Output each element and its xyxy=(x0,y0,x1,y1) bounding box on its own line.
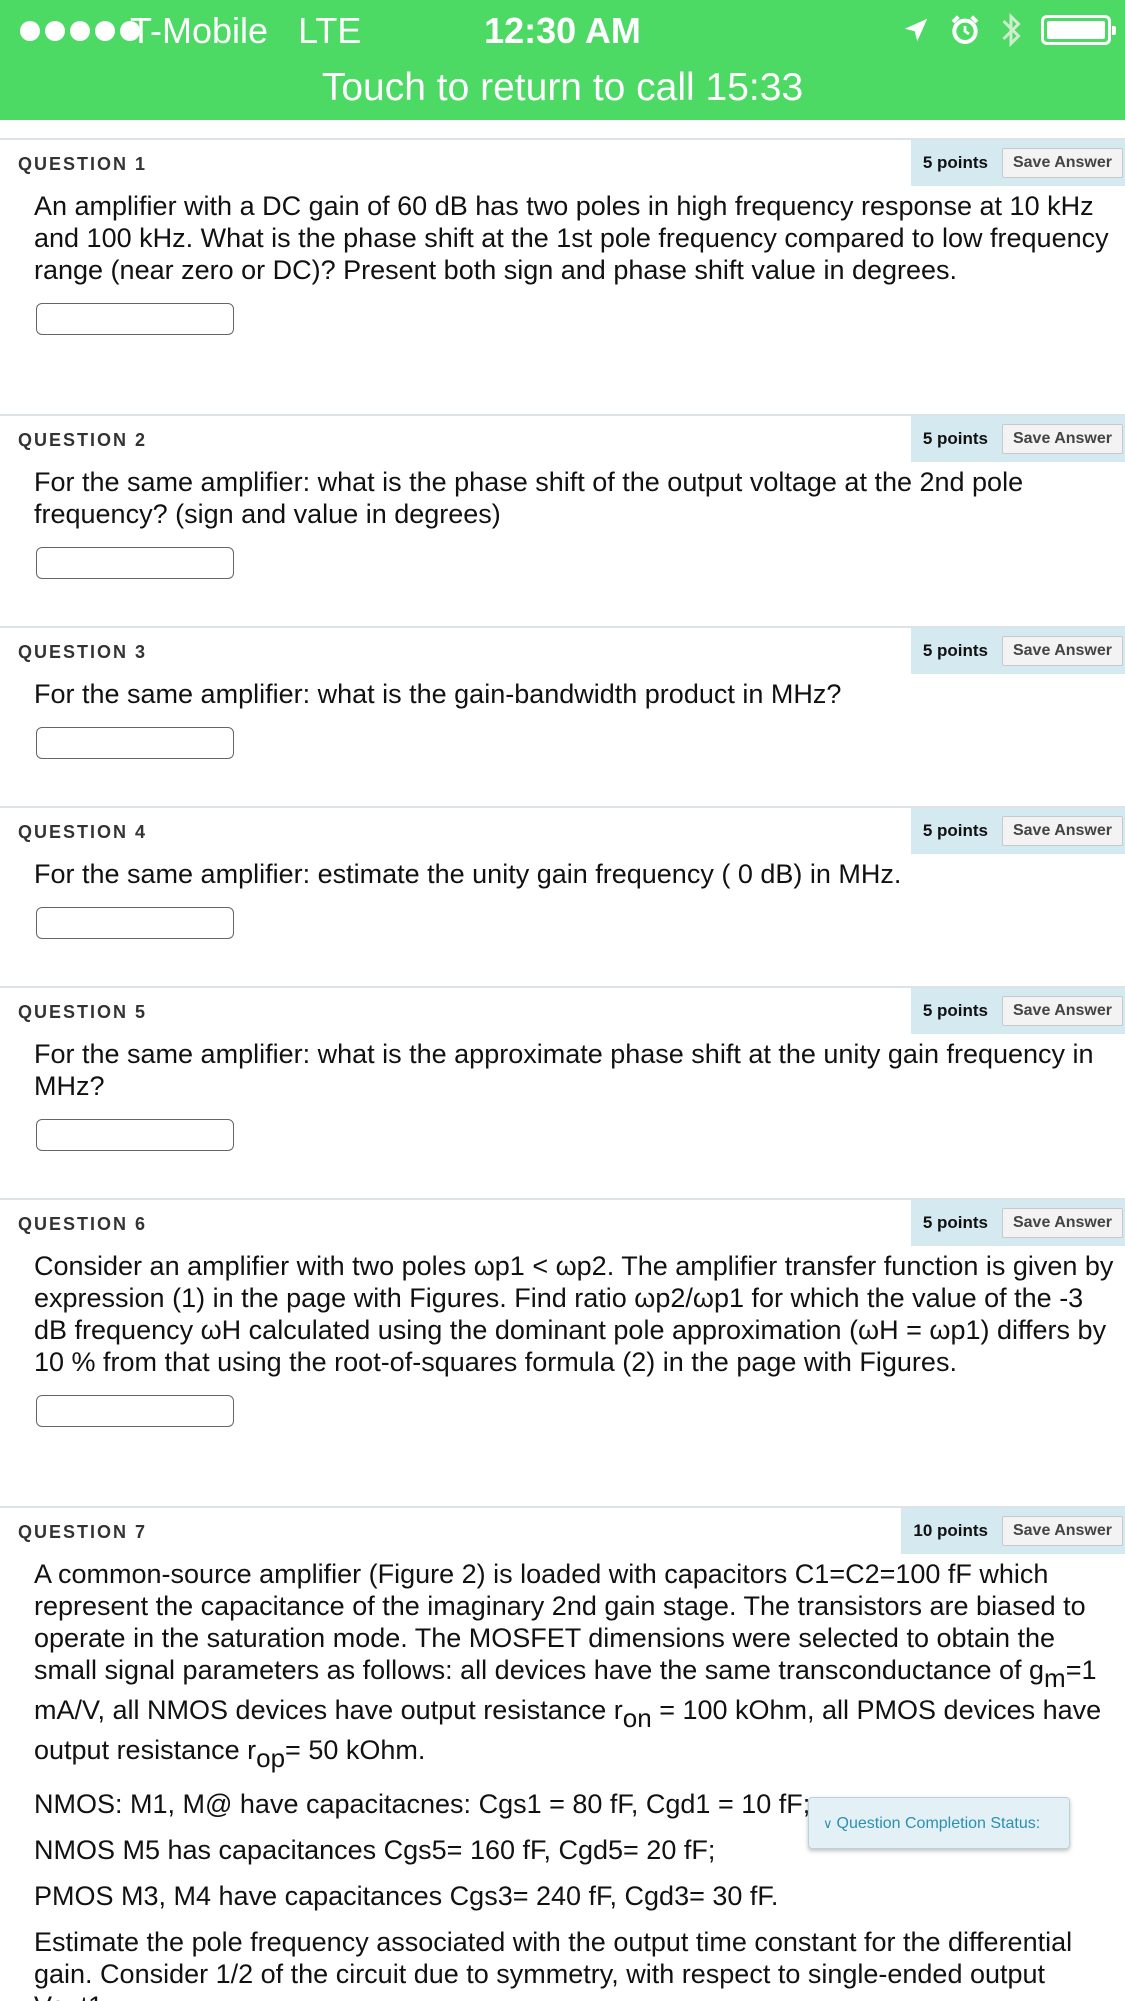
return-to-call-banner[interactable]: Touch to return to call 15:33 xyxy=(0,62,1125,114)
question-4: QUESTION 4 5 points Save Answer For the … xyxy=(0,806,1125,986)
question-header: QUESTION 3 5 points Save Answer xyxy=(0,628,1125,674)
question-label: QUESTION 1 xyxy=(18,154,148,174)
points-label: 5 points xyxy=(922,641,988,660)
question-header: QUESTION 5 5 points Save Answer xyxy=(0,988,1125,1034)
question-completion-status-button[interactable]: ∨ Question Completion Status: xyxy=(808,1797,1070,1849)
question-label: QUESTION 2 xyxy=(18,430,148,450)
question-paragraph: Estimate the pole frequency associated w… xyxy=(34,1927,1073,2001)
question-paragraph: A common-source amplifier (Figure 2) is … xyxy=(34,1559,1102,1773)
question-text: For the same amplifier: estimate the uni… xyxy=(34,859,902,889)
points-label: 10 points xyxy=(913,1521,988,1540)
question-label: QUESTION 6 xyxy=(18,1214,148,1234)
question-label: QUESTION 3 xyxy=(18,642,148,662)
question-actions: 10 points Save Answer xyxy=(901,1508,1125,1554)
question-text: For the same amplifier: what is the gain… xyxy=(34,679,842,709)
completion-status-label: Question Completion Status: xyxy=(836,1815,1041,1832)
status-icons xyxy=(901,12,1116,48)
battery-icon xyxy=(1041,15,1116,45)
question-header: QUESTION 2 5 points Save Answer xyxy=(0,416,1125,462)
question-paragraph: PMOS M3, M4 have capacitances Cgs3= 240 … xyxy=(34,1881,779,1911)
question-2: QUESTION 2 5 points Save Answer For the … xyxy=(0,414,1125,626)
save-answer-button[interactable]: Save Answer xyxy=(1001,424,1123,454)
question-header: QUESTION 7 10 points Save Answer xyxy=(0,1508,1125,1554)
location-arrow-icon xyxy=(904,18,928,42)
save-answer-button[interactable]: Save Answer xyxy=(1001,1208,1123,1238)
answer-input[interactable] xyxy=(36,727,234,759)
save-answer-button[interactable]: Save Answer xyxy=(1001,636,1123,666)
answer-input[interactable] xyxy=(36,547,234,579)
question-actions: 5 points Save Answer xyxy=(910,808,1125,854)
question-text: A common-source amplifier (Figure 2) is … xyxy=(0,1554,1125,2001)
question-label: QUESTION 5 xyxy=(18,1002,148,1022)
answer-input[interactable] xyxy=(36,907,234,939)
question-list: QUESTION 1 5 points Save Answer An ampli… xyxy=(0,138,1125,2001)
question-1: QUESTION 1 5 points Save Answer An ampli… xyxy=(0,138,1125,414)
points-label: 5 points xyxy=(922,1001,988,1020)
question-actions: 5 points Save Answer xyxy=(910,140,1125,186)
question-3: QUESTION 3 5 points Save Answer For the … xyxy=(0,626,1125,806)
question-text: Consider an amplifier with two poles ωp1… xyxy=(34,1251,1114,1377)
chevron-down-icon: ∨ xyxy=(823,1816,833,1831)
question-actions: 5 points Save Answer xyxy=(910,988,1125,1034)
save-answer-button[interactable]: Save Answer xyxy=(1001,816,1123,846)
question-7: QUESTION 7 10 points Save Answer A commo… xyxy=(0,1506,1125,2001)
save-answer-button[interactable]: Save Answer xyxy=(1001,148,1123,178)
question-actions: 5 points Save Answer xyxy=(910,1200,1125,1246)
question-5: QUESTION 5 5 points Save Answer For the … xyxy=(0,986,1125,1198)
question-header: QUESTION 6 5 points Save Answer xyxy=(0,1200,1125,1246)
answer-input[interactable] xyxy=(36,303,234,335)
bluetooth-icon xyxy=(1002,12,1021,48)
question-text: For the same amplifier: what is the phas… xyxy=(34,467,1024,529)
save-answer-button[interactable]: Save Answer xyxy=(1001,1516,1123,1546)
points-label: 5 points xyxy=(922,153,988,172)
question-header: QUESTION 4 5 points Save Answer xyxy=(0,808,1125,854)
points-label: 5 points xyxy=(922,429,988,448)
save-answer-button[interactable]: Save Answer xyxy=(1001,996,1123,1026)
question-label: QUESTION 7 xyxy=(18,1522,148,1542)
points-label: 5 points xyxy=(922,821,988,840)
alarm-icon xyxy=(951,15,979,44)
answer-input[interactable] xyxy=(36,1395,234,1427)
status-bar: T-Mobile LTE 12:30 AM xyxy=(0,0,1125,62)
question-text: An amplifier with a DC gain of 60 dB has… xyxy=(34,191,1109,285)
question-text: For the same amplifier: what is the appr… xyxy=(34,1039,1094,1101)
question-label: QUESTION 4 xyxy=(18,822,148,842)
question-actions: 5 points Save Answer xyxy=(910,628,1125,674)
question-6: QUESTION 6 5 points Save Answer Consider… xyxy=(0,1198,1125,1506)
call-status-bar[interactable]: T-Mobile LTE 12:30 AM Touch to return to… xyxy=(0,0,1125,120)
answer-input[interactable] xyxy=(36,1119,234,1151)
points-label: 5 points xyxy=(922,1213,988,1232)
question-actions: 5 points Save Answer xyxy=(910,416,1125,462)
question-header: QUESTION 1 5 points Save Answer xyxy=(0,140,1125,186)
